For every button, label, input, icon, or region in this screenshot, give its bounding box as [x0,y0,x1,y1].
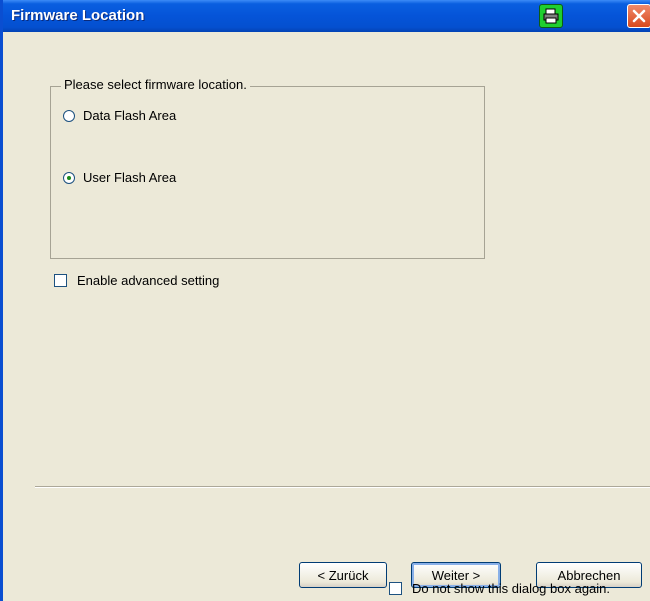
printer-icon [543,8,559,24]
printer-button[interactable] [539,4,563,28]
checkbox[interactable] [389,582,402,595]
checkbox[interactable] [54,274,67,287]
radio-button[interactable] [63,109,75,122]
radio-data-flash-area[interactable]: Data Flash Area [63,108,176,123]
close-button[interactable] [627,4,650,28]
separator [35,486,650,488]
enable-advanced-label: Enable advanced setting [77,273,220,288]
do-not-show-label: Do not show this dialog box again. [412,581,611,596]
radio-button-selected[interactable] [63,171,75,184]
radio-label-user-flash: User Flash Area [83,170,177,185]
enable-advanced-checkbox[interactable]: Enable advanced setting [54,273,219,288]
group-legend: Please select firmware location. [61,77,250,92]
close-icon [632,9,646,23]
radio-label-data-flash: Data Flash Area [83,108,177,123]
radio-user-flash-area[interactable]: User Flash Area [63,170,176,185]
back-button[interactable]: < Zurück [299,562,387,588]
do-not-show-checkbox[interactable]: Do not show this dialog box again. [389,581,610,596]
title-bar[interactable]: Firmware Location [3,0,650,32]
dialog-window: Firmware Location Please select firmware… [0,0,650,601]
window-title: Firmware Location [11,7,145,24]
